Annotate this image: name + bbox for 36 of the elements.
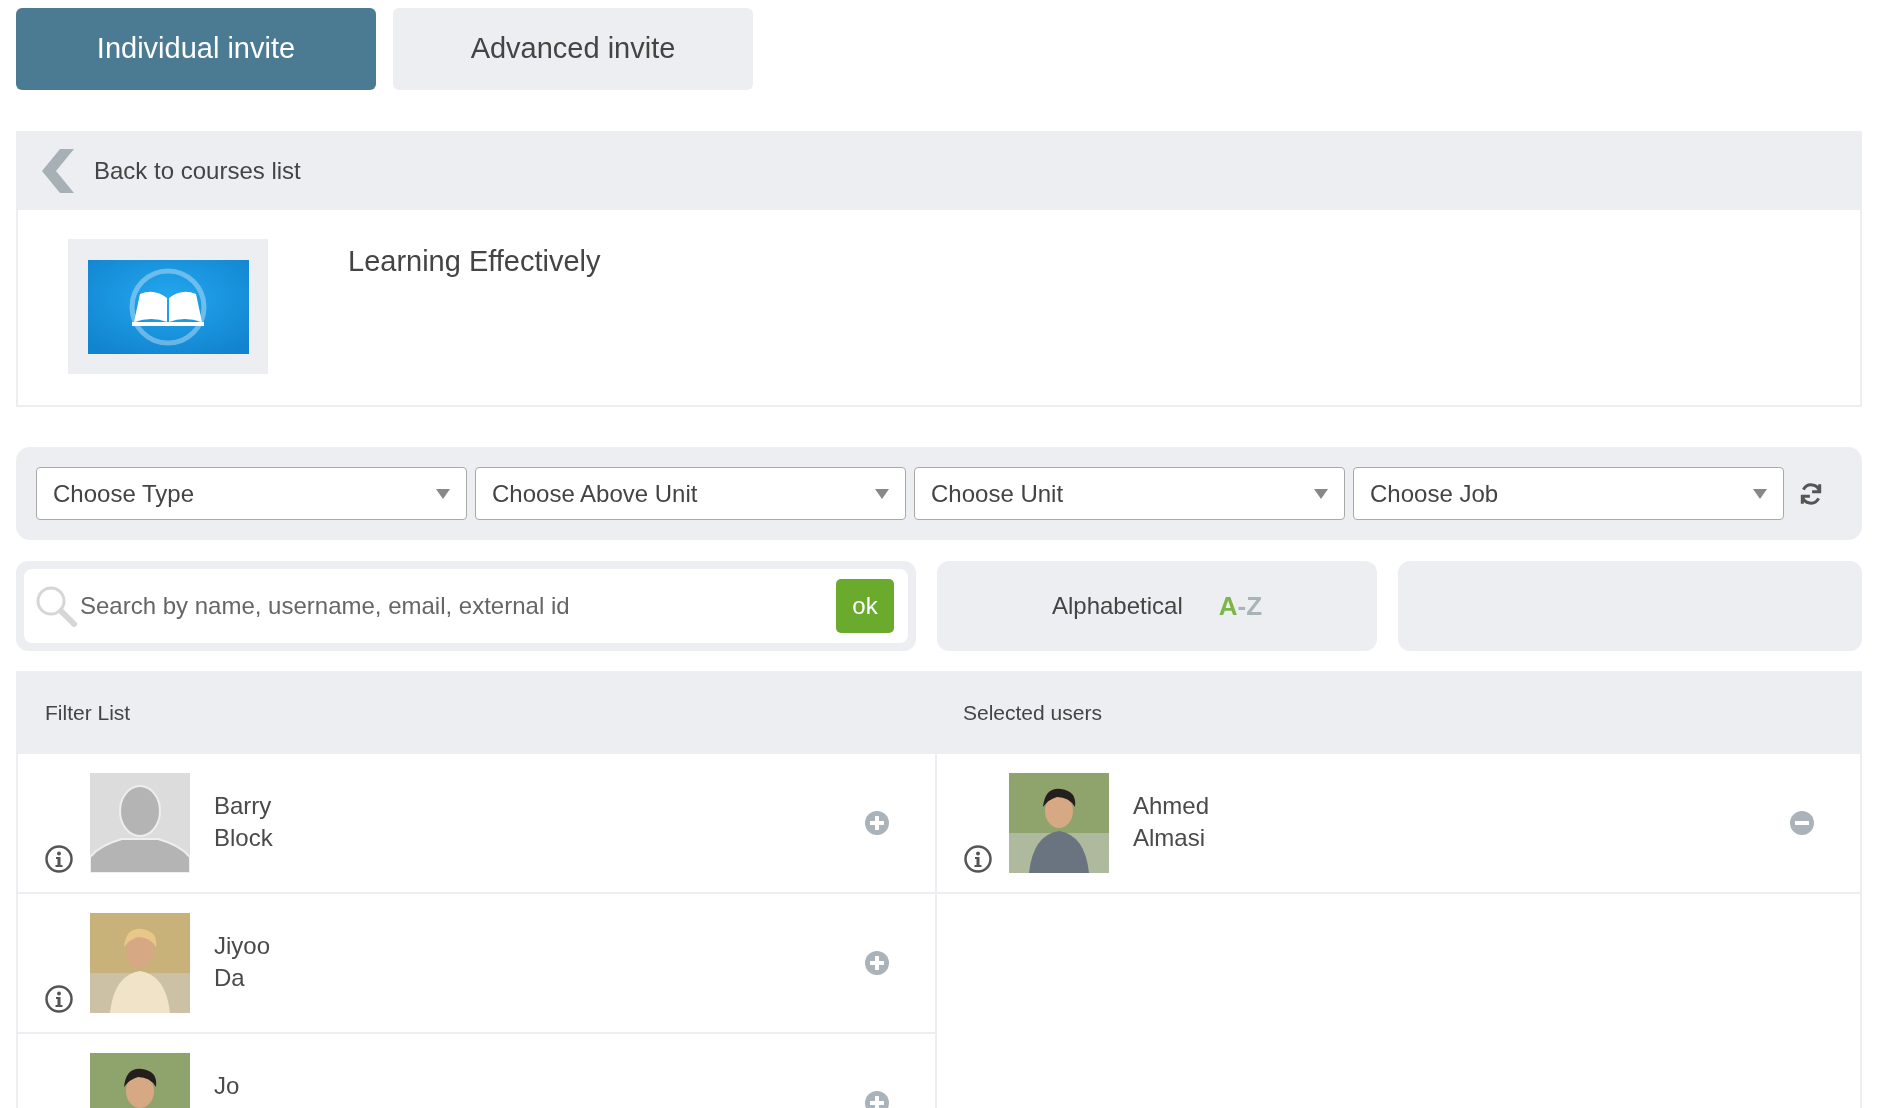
column-heading: Selected users <box>962 699 1102 726</box>
course-title: Learning Effectively <box>348 244 601 279</box>
refresh-icon[interactable] <box>1798 480 1824 507</box>
column-heading: Filter List <box>44 699 132 726</box>
sort-order: A-Z <box>1218 589 1263 623</box>
dropdown-select[interactable]: Choose Type <box>36 467 467 520</box>
user-first-name: Barry <box>214 791 273 821</box>
avatar-placeholder-icon <box>90 773 190 873</box>
user-last-name: Almasi <box>1133 823 1206 853</box>
tab[interactable]: Individual invite <box>16 8 376 90</box>
caret-icon <box>1314 488 1328 499</box>
tab[interactable]: Advanced invite <box>393 8 753 90</box>
user-first-name: Ahmed <box>1133 791 1211 821</box>
caret-icon <box>875 488 889 499</box>
dropdown-select[interactable]: Choose Above Unit <box>475 467 906 520</box>
search-icon <box>34 584 78 628</box>
remove-icon[interactable] <box>1790 811 1814 835</box>
add-icon[interactable] <box>865 951 889 975</box>
user-first-name: Jo <box>214 1071 241 1101</box>
sort-label: Alphabetical <box>1051 591 1183 621</box>
back-link[interactable]: Back to courses list <box>94 152 301 189</box>
user-first-name: Jiyoo <box>214 931 272 961</box>
caret-icon <box>436 488 450 499</box>
user-last-name: Da <box>214 963 246 993</box>
add-icon[interactable] <box>865 811 889 835</box>
info-icon[interactable] <box>963 844 993 874</box>
sort-panel[interactable]: Alphabetical A-Z <box>937 561 1377 651</box>
caret-icon <box>1753 488 1767 499</box>
info-icon[interactable] <box>44 984 74 1014</box>
info-icon[interactable] <box>44 844 74 874</box>
dropdown-select[interactable]: Choose Unit <box>914 467 1345 520</box>
add-icon[interactable] <box>865 1091 889 1108</box>
back-chevron-icon[interactable] <box>40 148 74 193</box>
dropdown-select[interactable]: Choose Job <box>1353 467 1784 520</box>
open-book-icon <box>87 259 249 354</box>
user-last-name: Block <box>214 823 274 853</box>
